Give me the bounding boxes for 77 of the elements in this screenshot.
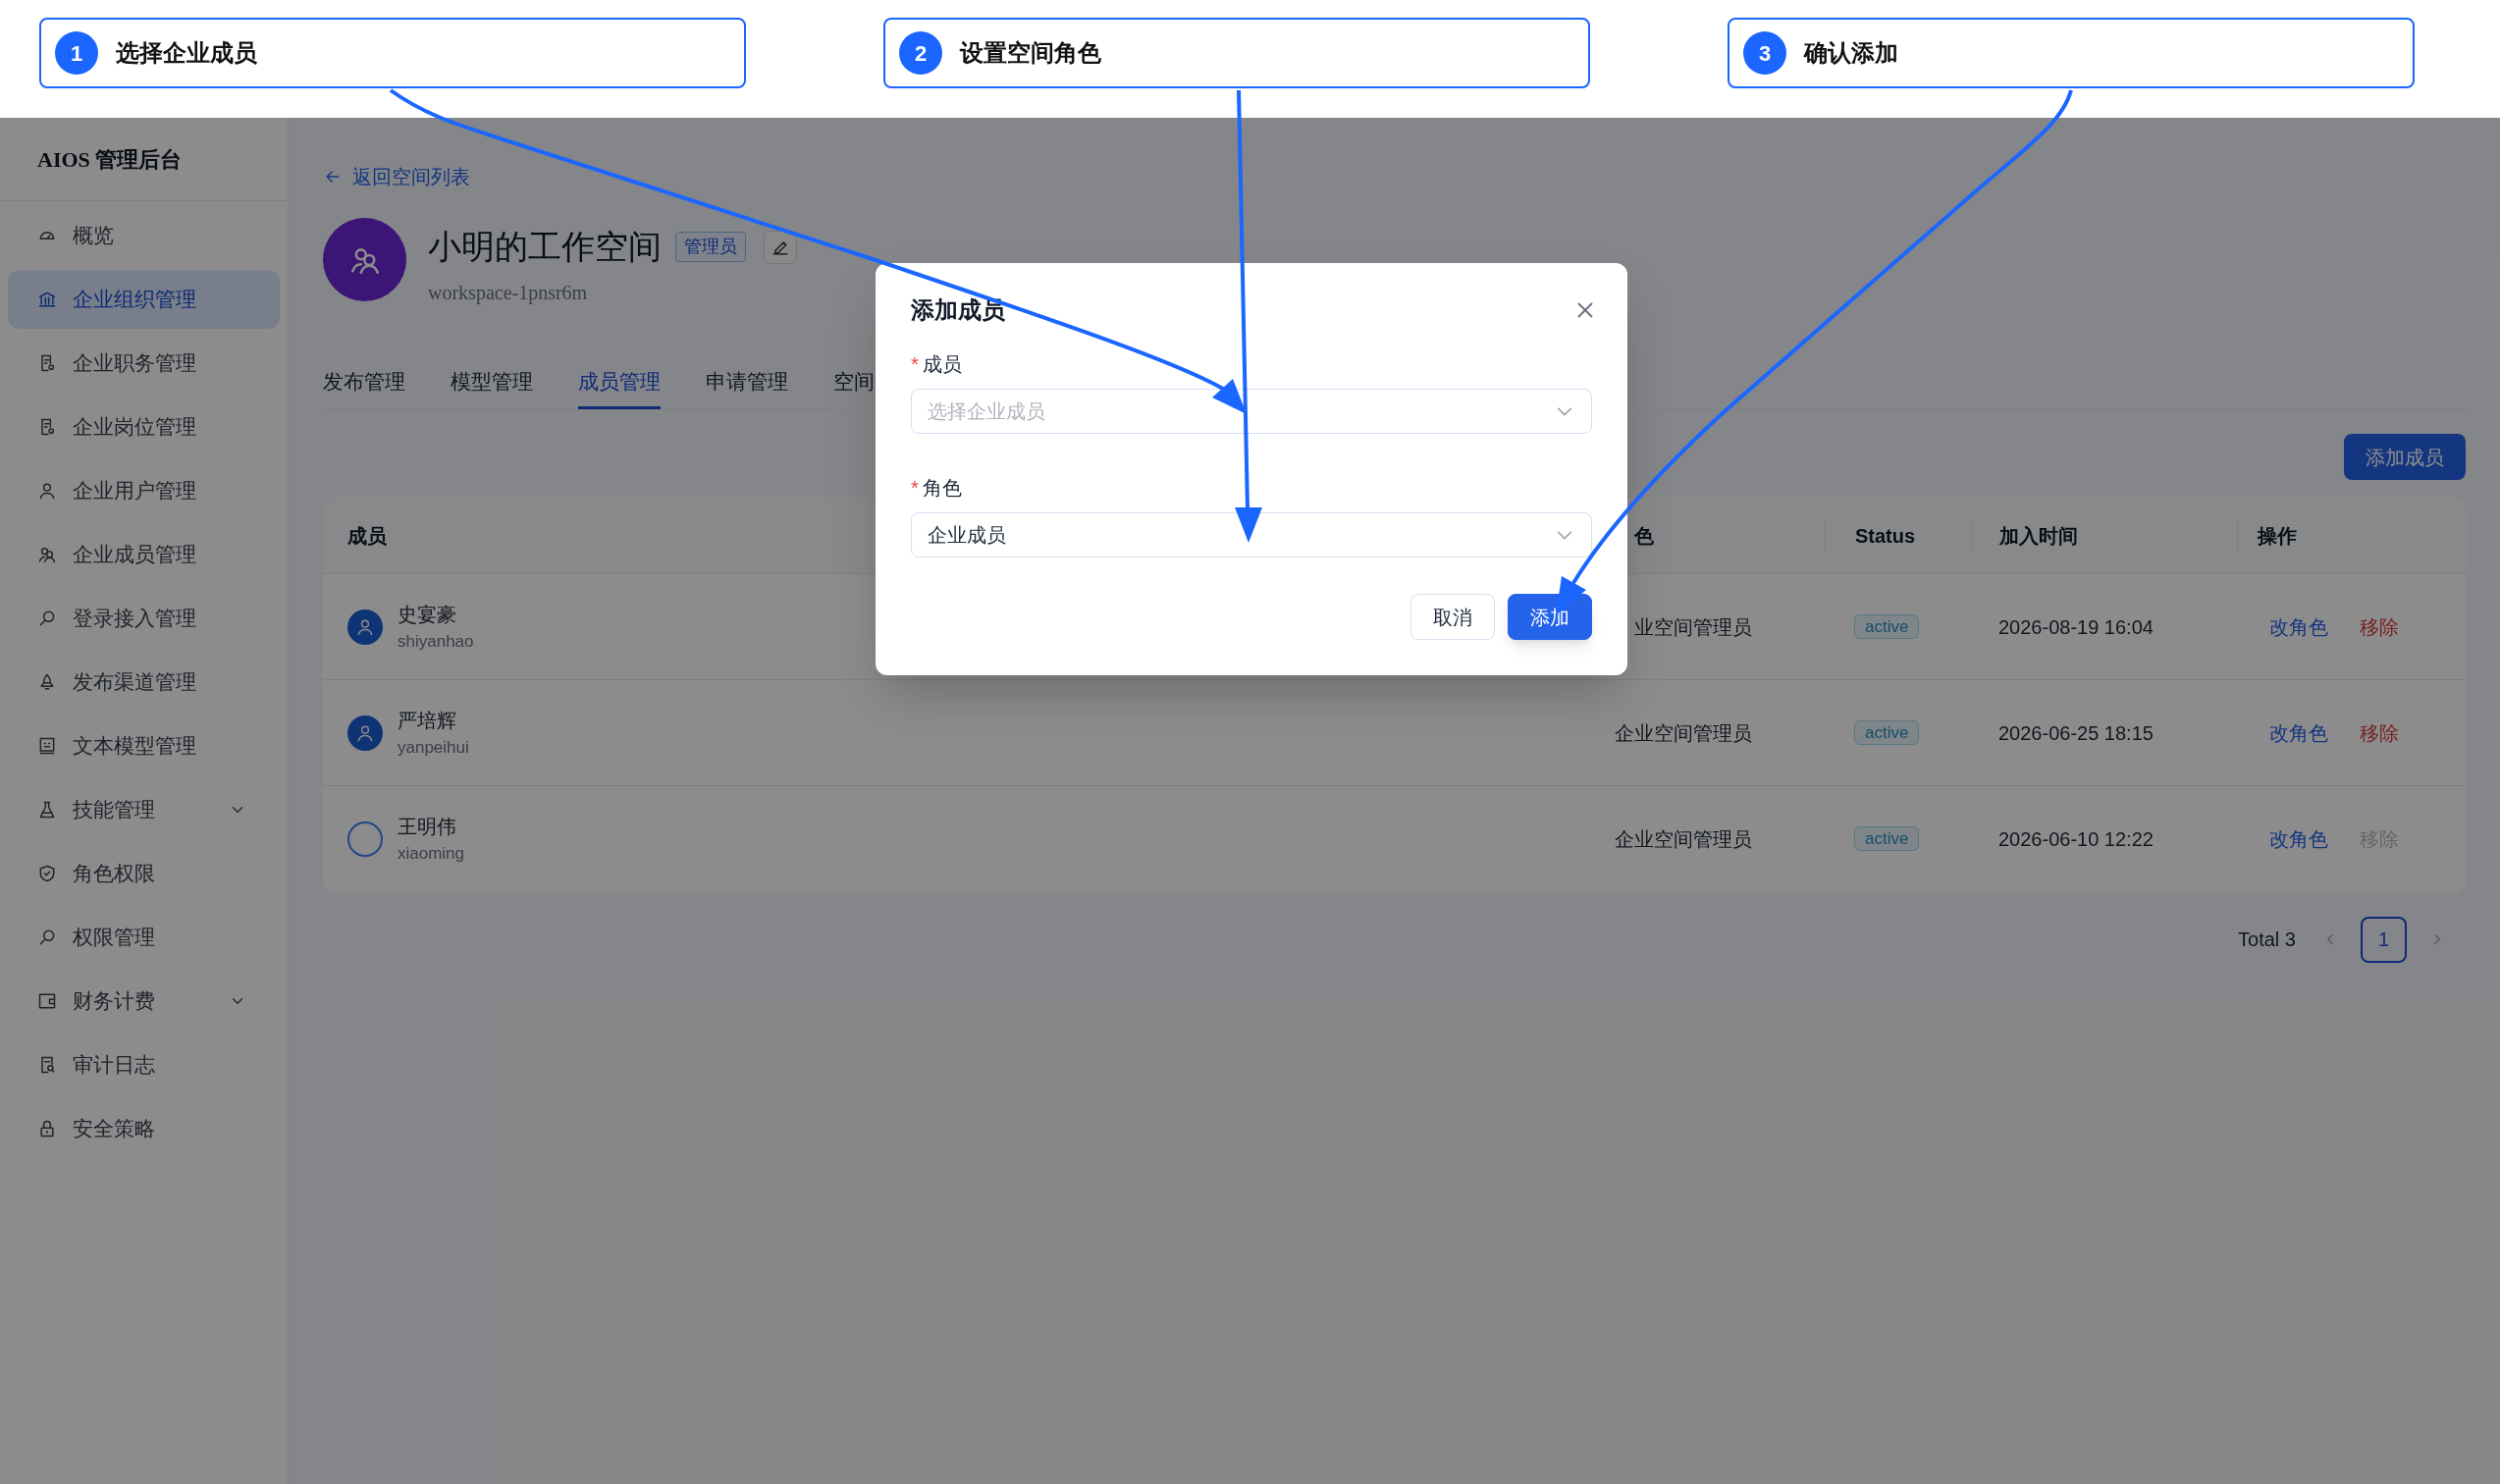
cancel-button[interactable]: 取消 <box>1410 594 1495 640</box>
sidebar-item[interactable]: 文本模型管理 <box>8 716 280 775</box>
change-role-link[interactable]: 改角色 <box>2269 611 2328 642</box>
sidebar-item[interactable]: 登录接入管理 <box>8 589 280 648</box>
bank-icon <box>37 290 57 309</box>
sidebar-item[interactable]: 企业成员管理 <box>8 525 280 584</box>
add-member-button[interactable]: 添加成员 <box>2344 434 2466 480</box>
member-role: 企业空间管理员 <box>1615 720 1752 746</box>
member-name: 王明伟 <box>398 815 457 840</box>
monitor-icon <box>37 736 57 756</box>
step-label: 确认添加 <box>1804 38 1898 68</box>
tab[interactable]: 发布管理 <box>323 356 405 409</box>
sidebar-item[interactable]: 技能管理 <box>8 780 280 839</box>
member-name: 史宴豪 <box>398 602 457 627</box>
sidebar-item[interactable]: 财务计费 <box>8 972 280 1031</box>
column-header: 色 <box>1634 523 1654 549</box>
change-role-link[interactable]: 改角色 <box>2269 717 2328 748</box>
member-role: 业空间管理员 <box>1634 614 1752 640</box>
edit-button[interactable] <box>764 230 797 264</box>
page-button[interactable]: 1 <box>2361 916 2407 963</box>
wallet-icon <box>37 991 57 1011</box>
change-role-link[interactable]: 改角色 <box>2269 824 2328 854</box>
status-tag: active <box>1854 719 1920 745</box>
role-select[interactable]: 企业成员 <box>911 512 1592 557</box>
sidebar-item[interactable]: 企业岗位管理 <box>8 398 280 456</box>
column-header: 成员 <box>347 523 387 549</box>
sidebar-item[interactable]: 企业职务管理 <box>8 334 280 393</box>
tab[interactable]: 模型管理 <box>451 356 533 409</box>
sidebar-item[interactable]: 概览 <box>8 206 280 265</box>
sidebar-item[interactable]: 安全策略 <box>8 1099 280 1158</box>
sidebar-item[interactable]: 企业用户管理 <box>8 461 280 520</box>
join-time: 2026-06-10 12:22 <box>1998 828 2154 850</box>
member-username: yanpeihui <box>398 736 469 759</box>
join-time: 2026-08-19 16:04 <box>1998 615 2154 638</box>
lock-icon <box>37 1119 57 1139</box>
user-icon <box>37 481 57 501</box>
shield-icon <box>37 864 57 883</box>
member-username: shiyanhao <box>398 630 474 653</box>
tab[interactable]: 申请管理 <box>706 356 788 409</box>
member-username: xiaoming <box>398 843 465 866</box>
search-icon <box>37 609 57 628</box>
remove-link[interactable]: 移除 <box>2360 717 2399 748</box>
sidebar-item[interactable]: 发布渠道管理 <box>8 653 280 712</box>
status-tag: active <box>1854 826 1920 852</box>
step-label: 选择企业成员 <box>116 38 257 68</box>
users-icon <box>37 545 57 564</box>
search-icon <box>37 928 57 947</box>
sidebar-item[interactable]: 权限管理 <box>8 908 280 967</box>
member-name: 严培辉 <box>398 708 457 733</box>
field-label: 成员 <box>922 352 962 377</box>
status-tag: active <box>1854 613 1920 639</box>
app-title: AIOS 管理后台 <box>37 145 183 174</box>
field-label: 角色 <box>922 476 962 501</box>
tab[interactable]: 成员管理 <box>578 356 661 409</box>
column-header: 操作 <box>2258 523 2297 549</box>
step-number: 1 <box>55 31 98 75</box>
column-header: 加入时间 <box>1999 523 2078 549</box>
workspace-name: 小明的工作空间 <box>428 228 662 267</box>
role-tag: 管理员 <box>675 232 746 262</box>
sidebar-item[interactable]: 企业组织管理 <box>8 270 280 329</box>
join-time: 2026-06-25 18:15 <box>1998 721 2154 744</box>
sidebar-item[interactable]: 角色权限 <box>8 844 280 903</box>
step-number: 3 <box>1743 31 1786 75</box>
member-role: 企业空间管理员 <box>1615 827 1752 852</box>
tab[interactable]: 空间 <box>833 356 875 409</box>
column-header: Status <box>1855 523 1916 549</box>
required-mark: * <box>911 352 919 377</box>
step-number: 2 <box>899 31 942 75</box>
remove-link[interactable]: 移除 <box>2360 611 2399 642</box>
total-count: Total 3 <box>2238 928 2296 952</box>
workspace-id: workspace-1pnsr6m <box>428 281 589 306</box>
flask-icon <box>37 800 57 820</box>
add-button[interactable]: 添加 <box>1508 594 1592 640</box>
back-link[interactable]: 返回空间列表 <box>323 163 470 190</box>
required-mark: * <box>911 476 919 501</box>
step-label: 设置空间角色 <box>960 38 1101 68</box>
sidebar-item[interactable]: 审计日志 <box>8 1035 280 1094</box>
